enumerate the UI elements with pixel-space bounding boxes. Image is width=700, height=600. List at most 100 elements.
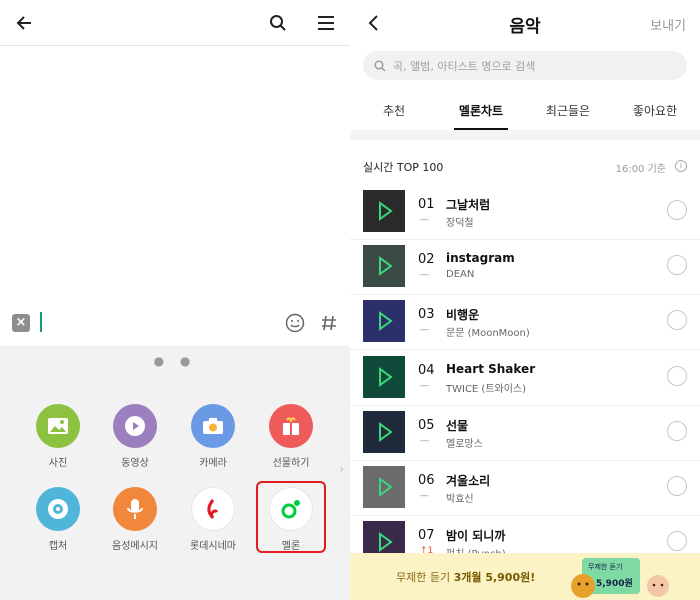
app-label: 동영상 xyxy=(121,458,149,469)
arrow-left-icon xyxy=(16,16,31,30)
app-label: 사진 xyxy=(48,458,68,469)
select-radio[interactable] xyxy=(667,310,687,330)
character-icon xyxy=(647,575,669,597)
album-art[interactable] xyxy=(363,356,405,398)
section-divider xyxy=(350,130,700,140)
rank-number: 01 xyxy=(418,197,435,212)
music-top-bar: 음악 보내기 xyxy=(350,0,700,46)
rank-movement: — xyxy=(420,436,429,446)
app-label: 롯데시네마 xyxy=(190,541,236,552)
album-art[interactable] xyxy=(363,245,405,287)
song-title: 밤이 되니까 xyxy=(446,529,506,543)
app-label: 음성메시지 xyxy=(112,541,158,552)
photo-icon xyxy=(36,404,80,448)
rank-number: 06 xyxy=(418,473,435,488)
album-art[interactable] xyxy=(363,190,405,232)
app-label: 선물하기 xyxy=(272,458,310,469)
song-row[interactable]: 01 — 그날처럼장덕철 xyxy=(350,185,700,240)
select-radio[interactable] xyxy=(667,531,687,551)
close-tray-button[interactable]: × xyxy=(12,314,30,332)
tab-recommend[interactable]: 추천 xyxy=(354,102,434,119)
search-placeholder: 곡, 앨범, 아티스트 명으로 검색 xyxy=(393,60,536,73)
search-icon xyxy=(270,15,286,31)
mic-icon xyxy=(113,487,157,531)
tab-liked[interactable]: 좋아요한 xyxy=(615,102,695,119)
album-art[interactable] xyxy=(363,411,405,453)
rank-movement: — xyxy=(420,491,429,501)
rank-number: 05 xyxy=(418,418,435,433)
app-capture[interactable]: 캡처 xyxy=(23,487,93,552)
select-radio[interactable] xyxy=(667,255,687,275)
app-video[interactable]: 동영상 xyxy=(100,404,170,469)
message-input[interactable] xyxy=(40,312,42,332)
song-row[interactable]: 02 — instagram DEAN xyxy=(350,240,700,295)
page-title: 음악 xyxy=(509,17,541,37)
album-art[interactable] xyxy=(363,466,405,508)
gift-icon xyxy=(269,404,313,448)
menu-button[interactable] xyxy=(314,11,338,35)
banner-text: 무제한 듣기 3개월 5,900원! xyxy=(396,571,536,584)
music-panel: 음악 보내기 곡, 앨범, 아티스트 명으로 검색 추천 멜론차트 최근들은 좋… xyxy=(350,0,700,600)
play-icon xyxy=(379,367,393,387)
hashtag-icon xyxy=(322,315,336,331)
song-row[interactable]: 03 — 비행운 문문 (MoonMoon) xyxy=(350,295,700,350)
page-indicator: ● ● xyxy=(153,354,197,368)
song-title: 그날처럼 xyxy=(446,198,491,212)
chart-time: 16:00 기준 xyxy=(615,164,666,175)
music-tabs: 추천 멜론차트 최근들은 좋아요한 xyxy=(350,88,700,130)
chart-title: 실시간 TOP 100 xyxy=(363,161,444,174)
capture-icon xyxy=(36,487,80,531)
play-icon xyxy=(379,477,393,497)
app-label: 카메라 xyxy=(199,458,227,469)
rank-movement: — xyxy=(420,215,429,225)
song-title: 겨울소리 xyxy=(446,474,491,488)
tab-recent[interactable]: 최근들은 xyxy=(528,102,608,119)
play-icon xyxy=(379,256,393,276)
send-button[interactable]: 보내기 xyxy=(650,15,686,34)
rank-number: 03 xyxy=(418,307,435,322)
chat-panel: × ● ● › 사진 동영상 카메라 선물하기 캡처 음성메시지 롯데시네마 멜… xyxy=(0,0,350,600)
hamburger-menu-icon xyxy=(318,16,334,30)
lotte-cinema-icon xyxy=(191,487,235,531)
play-icon xyxy=(379,422,393,442)
play-icon xyxy=(379,311,393,331)
melon-highlight-box xyxy=(256,481,326,553)
video-icon xyxy=(113,404,157,448)
song-row[interactable]: 05 — 선물 멜로망스 xyxy=(350,406,700,461)
artist-name: 박효신 xyxy=(446,494,474,505)
search-input[interactable]: 곡, 앨범, 아티스트 명으로 검색 xyxy=(363,51,687,80)
song-row[interactable]: 04 — Heart Shaker TWICE (트와이스) xyxy=(350,351,700,406)
chat-top-bar xyxy=(0,0,350,46)
song-title: Heart Shaker xyxy=(446,362,536,376)
app-gift[interactable]: 선물하기 xyxy=(256,404,326,469)
artist-name: 멜로망스 xyxy=(446,439,483,450)
app-label: 캡처 xyxy=(48,541,68,552)
promo-banner[interactable]: 무제한 듣기 3개월 5,900원! 무제한 듣기 5,900원 xyxy=(350,553,700,600)
hashtag-button[interactable] xyxy=(318,312,340,334)
tab-melon-chart[interactable]: 멜론차트 xyxy=(441,102,521,119)
app-camera[interactable]: 카메라 xyxy=(178,404,248,469)
character-icon xyxy=(571,574,595,598)
back-button[interactable] xyxy=(12,11,36,35)
select-radio[interactable] xyxy=(667,421,687,441)
search-button[interactable] xyxy=(266,11,290,35)
song-title: instagram xyxy=(446,251,515,265)
artist-name: 문문 (MoonMoon) xyxy=(446,328,530,339)
info-icon[interactable]: i xyxy=(675,160,687,172)
emoticon-button[interactable] xyxy=(284,312,306,334)
select-radio[interactable] xyxy=(667,200,687,220)
attachment-tray: ● ● › xyxy=(0,346,350,600)
app-voice-message[interactable]: 음성메시지 xyxy=(100,487,170,552)
album-art[interactable] xyxy=(363,300,405,342)
app-lotte-cinema[interactable]: 롯데시네마 xyxy=(178,487,248,552)
select-radio[interactable] xyxy=(667,366,687,386)
artist-name: DEAN xyxy=(446,269,475,280)
rank-number: 04 xyxy=(418,363,435,378)
rank-number: 02 xyxy=(418,252,435,267)
play-icon xyxy=(379,201,393,221)
app-photo[interactable]: 사진 xyxy=(23,404,93,469)
chevron-right-icon[interactable]: › xyxy=(339,462,344,476)
artist-name: 장덕철 xyxy=(446,218,474,229)
song-row[interactable]: 06 — 겨울소리박효신 xyxy=(350,461,700,516)
select-radio[interactable] xyxy=(667,476,687,496)
